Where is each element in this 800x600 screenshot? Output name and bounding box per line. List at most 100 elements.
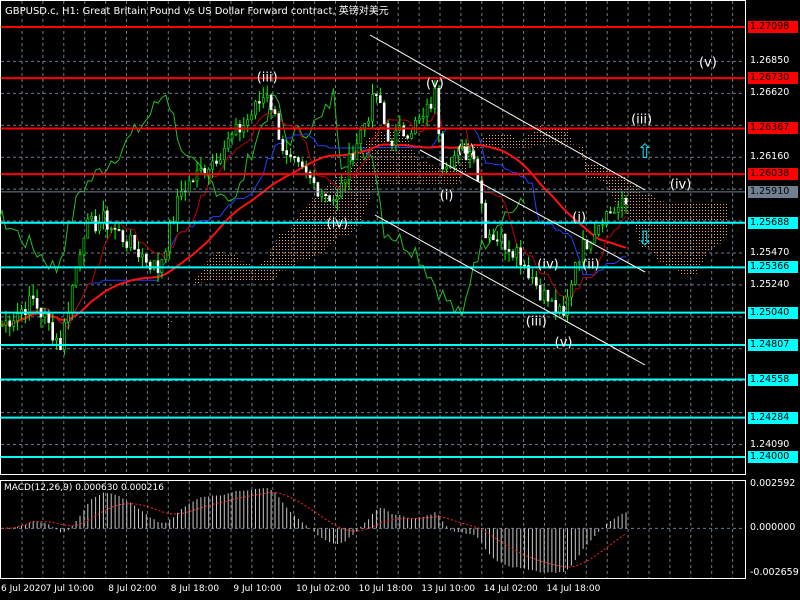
candle-body	[164, 251, 168, 260]
candle-body	[300, 161, 304, 167]
candle-body	[199, 168, 203, 171]
time-axis-label: 13 Jul 10:00	[421, 584, 476, 594]
elliott-wave-label: (iv)	[326, 216, 349, 232]
candle-body	[312, 177, 316, 183]
candle-body	[421, 116, 425, 119]
candle-body	[534, 277, 538, 286]
candle-body	[495, 239, 499, 242]
price-tick-label: 1.25470	[750, 246, 790, 258]
candle-body	[507, 249, 511, 252]
candle-body	[429, 103, 433, 109]
candle-body	[410, 133, 413, 139]
candle-body	[226, 138, 230, 149]
candle-body	[437, 88, 441, 135]
candle-body	[4, 320, 8, 326]
candle-body	[168, 221, 171, 252]
price-tick-label: 1.26850	[750, 55, 790, 67]
elliott-wave-label: (iv)	[669, 177, 692, 193]
candle-body	[70, 285, 74, 314]
candle-body	[515, 247, 519, 258]
candle-body	[531, 277, 534, 279]
resistance-level-label: 1.26367	[748, 122, 798, 135]
candle-body	[90, 216, 93, 220]
candle-body	[601, 224, 604, 226]
candle-body	[402, 125, 406, 137]
candle-body	[375, 94, 378, 96]
candle-body	[620, 198, 624, 208]
candle-body	[125, 241, 129, 248]
candle-body	[484, 202, 487, 239]
candle-body	[542, 290, 546, 301]
candle-body	[31, 295, 35, 299]
macd-min-label: -0.002659	[750, 567, 799, 578]
macd-title: MACD(12,26,9) 0.000630 0.000216	[4, 483, 164, 493]
candle-body	[51, 322, 55, 341]
candle-body	[320, 193, 324, 197]
price-tick-label: 1.24090	[750, 438, 790, 450]
elliott-wave-label: (iii)	[525, 314, 547, 330]
candle-body	[390, 140, 394, 146]
candle-body	[211, 160, 214, 170]
current-price-label: 1.25910	[748, 185, 798, 198]
candle-body	[43, 313, 47, 318]
candle-body	[269, 94, 273, 110]
candle-body	[359, 129, 363, 145]
candle-body	[82, 237, 86, 256]
time-axis-label: 14 Jul 18:00	[546, 584, 601, 594]
candle-body	[35, 298, 39, 309]
candle-body	[332, 199, 335, 202]
candle-body	[258, 101, 261, 104]
candle-body	[476, 158, 480, 182]
time-axis-label: 7 Jul 10:00	[45, 584, 94, 594]
elliott-wave-label: (iii)	[256, 70, 278, 86]
elliott-wave-label: (ii)	[457, 142, 475, 158]
trend-channel-line	[374, 214, 646, 366]
candle-body	[106, 210, 109, 230]
candle-body	[355, 143, 359, 161]
support-level-label: 1.24000	[748, 451, 798, 463]
candle-body	[492, 234, 495, 241]
candle-body	[160, 259, 164, 273]
candle-body	[612, 212, 616, 214]
candle-body	[59, 337, 62, 351]
support-level-label: 1.25688	[748, 216, 798, 229]
candle-body	[546, 290, 550, 302]
resistance-level-label: 1.26038	[748, 168, 798, 181]
candle-body	[176, 195, 179, 223]
candle-body	[16, 313, 19, 322]
candle-body	[55, 337, 58, 341]
price-chart[interactable]	[0, 0, 800, 600]
support-level-label: 1.25040	[748, 306, 798, 319]
candle-body	[109, 228, 113, 230]
candle-body	[441, 133, 445, 170]
candle-body	[265, 94, 269, 98]
candle-body	[417, 117, 421, 121]
candle-body	[277, 113, 281, 140]
candle-body	[289, 154, 292, 157]
candle-body	[273, 109, 277, 114]
price-tick-label: 1.26620	[750, 87, 790, 99]
time-axis-label: 10 Jul 18:00	[358, 584, 413, 594]
candle-body	[324, 193, 328, 197]
time-axis-label: 8 Jul 18:00	[170, 584, 220, 594]
candle-body	[117, 229, 121, 231]
candle-body	[616, 207, 620, 213]
candle-body	[609, 211, 612, 214]
chart-title: GBPUSD.c, H1: Great Britain Pound vs US …	[5, 6, 389, 17]
elliott-wave-label: (iii)	[631, 112, 653, 128]
candle-body	[297, 157, 300, 163]
candle-body	[195, 169, 199, 182]
candle-body	[597, 225, 601, 235]
candle-body	[254, 101, 257, 116]
ichimoku-cloud	[103, 124, 728, 326]
candle-body	[316, 182, 320, 197]
candle-body	[371, 94, 374, 122]
candle-body	[488, 234, 491, 239]
main-pane-frame	[0, 0, 746, 475]
candle-body	[343, 179, 347, 184]
candle-body	[47, 313, 51, 323]
candle-body	[378, 95, 382, 104]
support-level-label: 1.25366	[748, 261, 798, 274]
candle-body	[102, 210, 105, 223]
candle-body	[246, 119, 249, 126]
